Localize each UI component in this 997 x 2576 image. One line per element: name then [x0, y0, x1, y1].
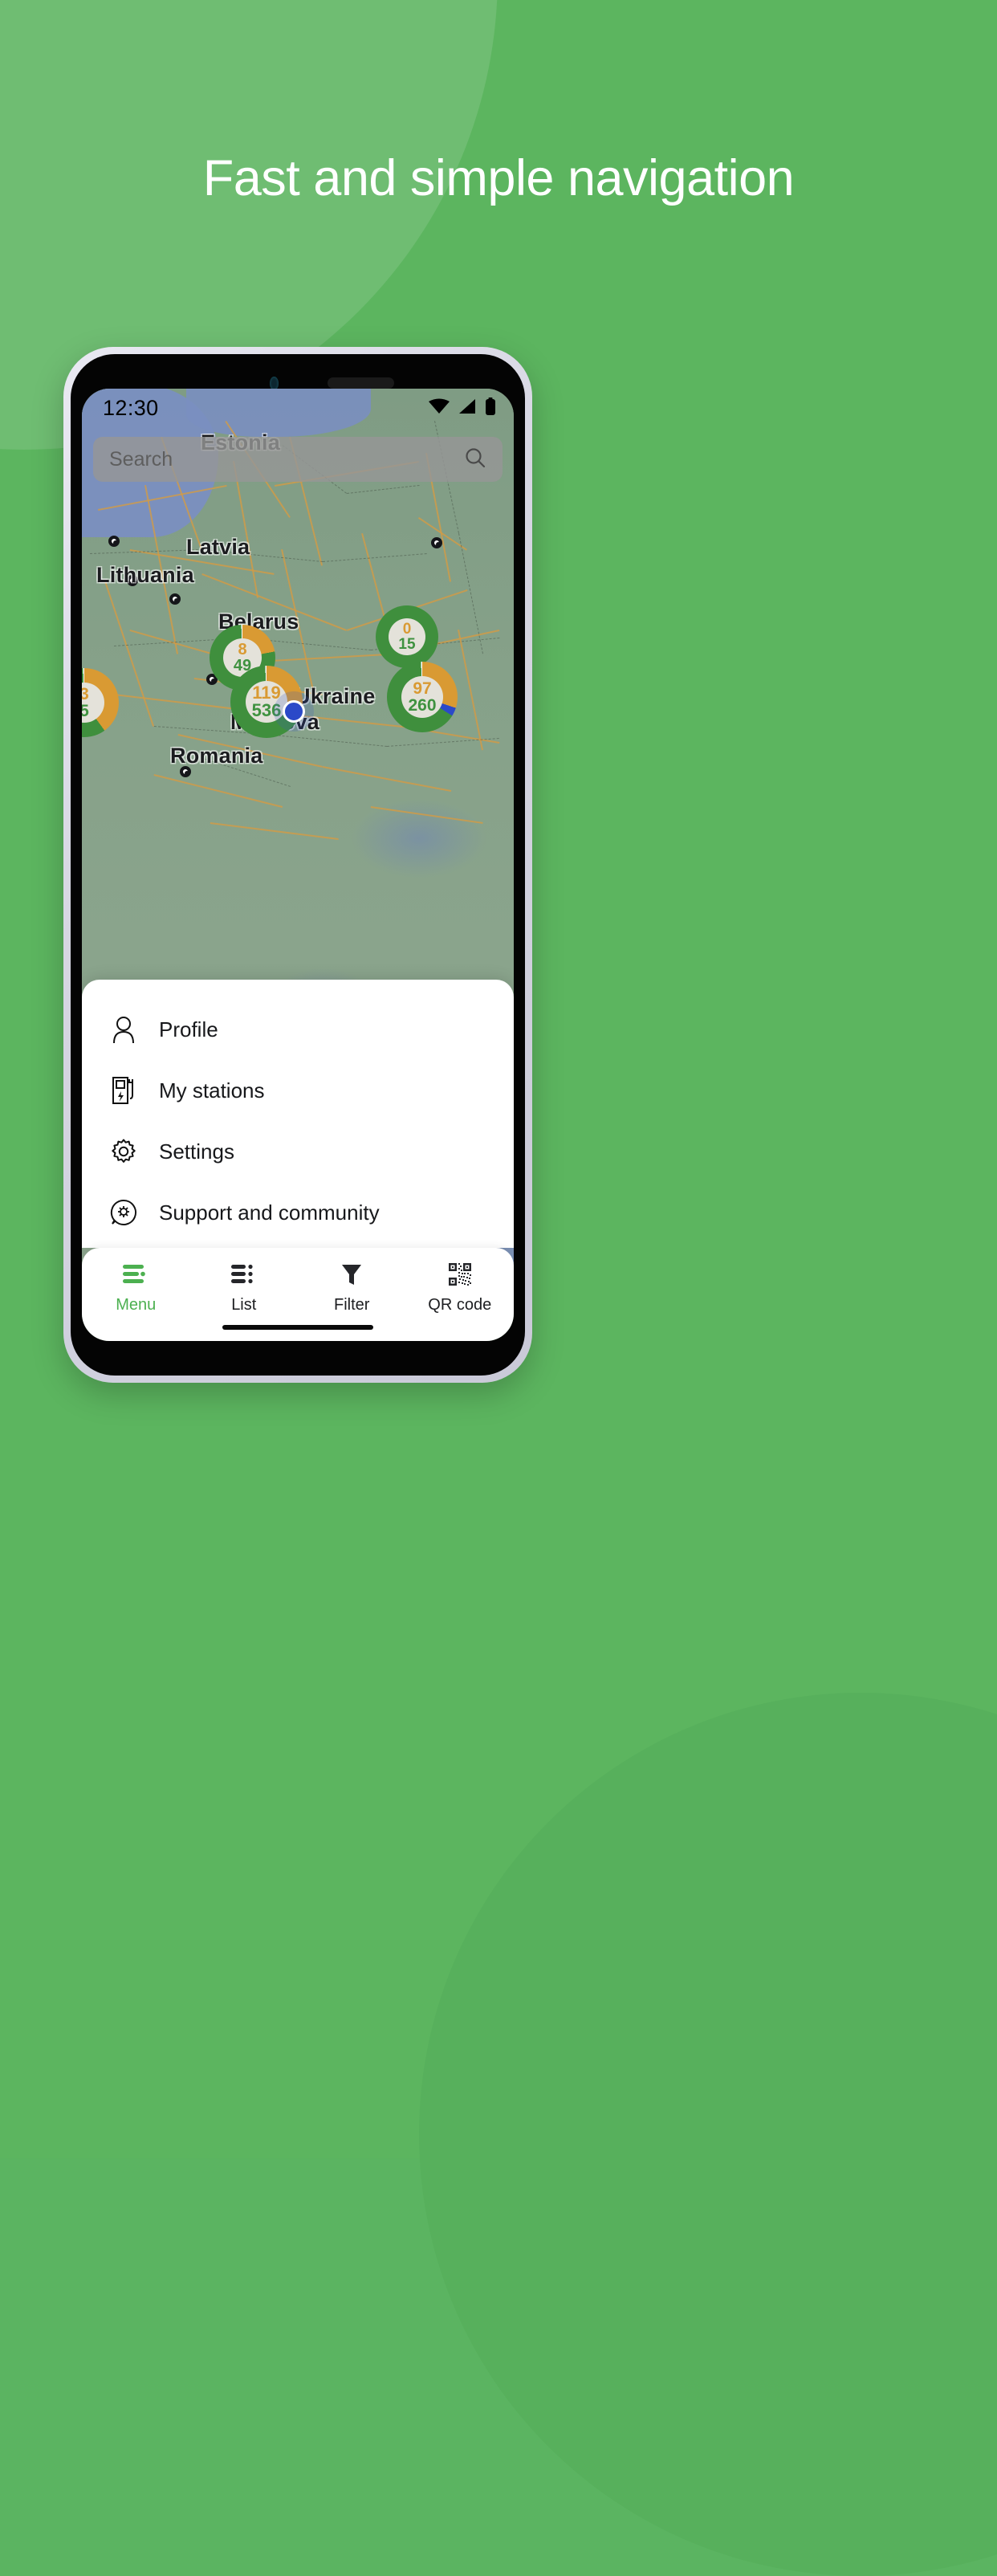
cluster-total-count: 536: [251, 700, 282, 720]
map-city-dot: [108, 536, 120, 547]
menu-item-label: Support and community: [159, 1200, 380, 1225]
support-chat-icon: [109, 1198, 138, 1227]
nav-item-qr-code[interactable]: QR code: [406, 1261, 515, 1314]
cellular-signal-icon: [458, 398, 477, 418]
map-road: [322, 766, 451, 792]
cluster-free-count: 97: [413, 679, 432, 698]
menu-bottom-sheet: Profile My stations Settings Support and…: [82, 980, 514, 1248]
nav-item-filter[interactable]: Filter: [298, 1261, 406, 1314]
charging-station-icon: [109, 1076, 138, 1105]
person-icon: [109, 1015, 138, 1044]
phone-screen: EstoniaLatviaLithuaniaBelarusUkraineMold…: [82, 389, 514, 1341]
nav-item-label: Menu: [116, 1296, 157, 1314]
cluster-free-count: 8: [238, 641, 247, 658]
cluster-free-count: 3: [82, 685, 89, 703]
battery-icon: [485, 397, 496, 419]
map-border: [266, 734, 387, 747]
map-country-label: Romania: [170, 744, 263, 768]
user-location-dot: [283, 700, 305, 723]
status-time: 12:30: [103, 395, 159, 420]
map-country-label: Lithuania: [96, 563, 194, 587]
search-bar[interactable]: [93, 437, 503, 482]
list-icon: [230, 1261, 258, 1288]
nav-item-list[interactable]: List: [190, 1261, 299, 1314]
menu-item-profile[interactable]: Profile: [82, 999, 514, 1060]
cluster-total-count: 15: [398, 636, 416, 653]
menu-item-label: Profile: [159, 1017, 218, 1041]
map-city-dot: [169, 593, 181, 605]
qr-code-icon: [448, 1261, 471, 1288]
search-input[interactable]: [109, 447, 464, 471]
map-cluster-marker[interactable]: 97 260: [387, 662, 458, 732]
cluster-total-count: 260: [408, 696, 437, 715]
nav-item-menu[interactable]: Menu: [82, 1261, 190, 1314]
earpiece-speaker: [328, 377, 394, 389]
menu-item-label: Settings: [159, 1139, 234, 1164]
search-icon[interactable]: [464, 446, 486, 473]
map-border: [347, 485, 420, 494]
phone-mockup: EstoniaLatviaLithuaniaBelarusUkraineMold…: [63, 347, 532, 1383]
nav-item-label: QR code: [428, 1296, 492, 1314]
gear-icon: [109, 1137, 138, 1166]
map-road: [153, 774, 283, 808]
cluster-inner: 0 15: [389, 618, 425, 655]
status-bar: 12:30: [82, 389, 514, 427]
wifi-icon: [429, 398, 450, 418]
map-country-label: Ukraine: [295, 684, 376, 708]
cluster-inner: 119 536: [246, 681, 287, 723]
nav-item-label: Filter: [334, 1296, 370, 1314]
map-road: [210, 822, 339, 840]
cluster-free-count: 119: [252, 683, 281, 703]
menu-item-my-stations[interactable]: My stations: [82, 1060, 514, 1121]
cluster-inner: 97 260: [401, 676, 443, 718]
background-blob-bottom-right: [419, 1693, 997, 2576]
menu-item-support-and-community[interactable]: Support and community: [82, 1182, 514, 1243]
cluster-total-count: 5: [82, 702, 89, 720]
promo-headline: Fast and simple navigation: [202, 150, 795, 206]
cluster-free-count: 0: [402, 621, 412, 638]
map-cluster-marker[interactable]: 35: [82, 668, 119, 737]
map-border: [323, 553, 428, 562]
map-cluster-marker[interactable]: 0 15: [376, 605, 438, 668]
status-icons: [429, 397, 496, 419]
cluster-inner: 35: [82, 683, 104, 723]
menu-item-settings[interactable]: Settings: [82, 1121, 514, 1182]
filter-funnel-icon: [340, 1261, 364, 1288]
map-country-label: Latvia: [186, 535, 250, 559]
map-road: [370, 806, 483, 824]
menu-lines-icon: [121, 1261, 150, 1288]
home-indicator: [222, 1325, 373, 1330]
menu-item-label: My stations: [159, 1078, 265, 1103]
map-road: [458, 630, 483, 751]
map-city-dot: [431, 537, 442, 548]
nav-item-label: List: [231, 1296, 257, 1314]
